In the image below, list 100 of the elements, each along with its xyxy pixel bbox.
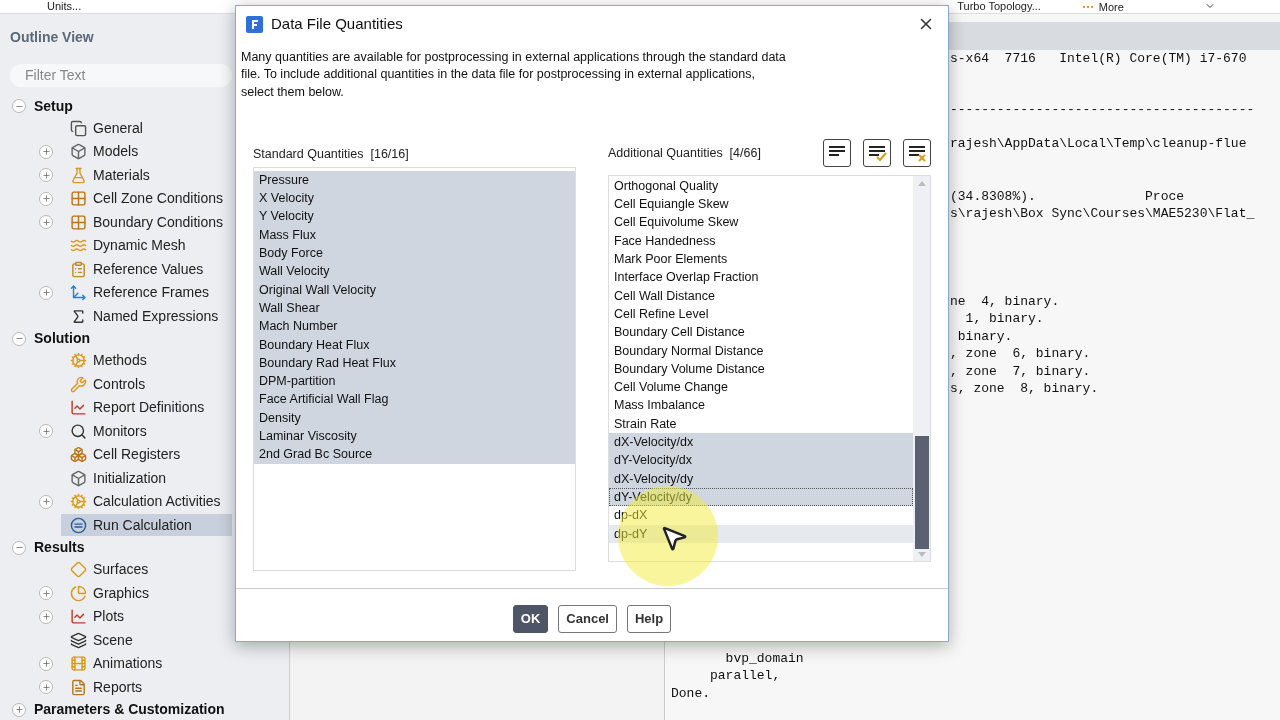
list-item[interactable]: Face Handedness — [609, 231, 913, 251]
deselect-all-button[interactable] — [903, 138, 931, 167]
tree-section[interactable]: Results — [34, 537, 85, 558]
tree-item[interactable]: Dynamic Mesh — [61, 234, 226, 257]
tree-item[interactable]: Surfaces — [61, 558, 189, 581]
list-item[interactable]: Cell Wall Distance — [609, 286, 913, 305]
list-item[interactable]: dY-Velocity/dx — [609, 451, 913, 470]
expand-icon[interactable] — [39, 680, 53, 695]
tree-item[interactable]: Calculation Activities — [61, 490, 261, 513]
tree-item[interactable]: General — [61, 117, 183, 140]
dialog-title: Data File Quantities — [271, 13, 403, 34]
list-item[interactable]: Mach Number — [254, 317, 575, 336]
tree-item[interactable]: Models — [61, 140, 179, 163]
expand-icon[interactable] — [39, 285, 53, 300]
tree-section[interactable]: Setup — [34, 95, 73, 117]
list-item[interactable]: dX-Velocity/dx — [609, 433, 913, 452]
dialog-button[interactable]: Help — [627, 604, 672, 633]
list-item[interactable]: Body Force — [254, 244, 575, 263]
film-icon — [70, 655, 87, 673]
dialog-button[interactable]: OK — [512, 604, 549, 633]
tree-item[interactable]: Graphics — [61, 582, 190, 605]
console-line: bvp_domain — [724, 649, 805, 667]
list-item[interactable]: Face Artificial Wall Flag — [254, 390, 575, 409]
pie-chart-icon — [70, 584, 87, 602]
grid-icon — [70, 213, 87, 231]
list-item[interactable]: Boundary Normal Distance — [609, 341, 913, 360]
tree-section[interactable]: Parameters & Customization — [34, 699, 225, 720]
cube-icon — [70, 469, 87, 487]
list-item[interactable]: Laminar Viscosity — [254, 427, 575, 446]
console-line: , zone 7, binary. — [950, 362, 1092, 380]
list-item[interactable]: Y Velocity — [254, 207, 575, 226]
list-item[interactable]: Cell Volume Change — [609, 378, 913, 397]
panel-title: Outline View — [10, 28, 95, 47]
tree-item[interactable]: Scene — [61, 629, 173, 652]
expand-icon[interactable] — [12, 702, 26, 717]
list-item[interactable]: Cell Refine Level — [609, 304, 913, 324]
clipboard-icon — [70, 260, 87, 278]
tree-item[interactable]: Methods — [61, 349, 187, 372]
expand-icon[interactable] — [39, 215, 53, 230]
list-item[interactable]: Cell Equivolume Skew — [609, 213, 913, 232]
expand-icon[interactable] — [39, 494, 53, 509]
expand-icon[interactable] — [39, 424, 53, 439]
toolbar-button[interactable]: Turbo Topology... — [957, 0, 1041, 13]
list-item[interactable]: Boundary Volume Distance — [609, 359, 913, 379]
tree-item[interactable]: Reference Frames — [61, 281, 249, 304]
expand-icon[interactable] — [39, 168, 53, 183]
tree-item[interactable]: Monitors — [61, 420, 187, 443]
copy-icon — [70, 119, 87, 137]
list-item[interactable]: DPM-partition — [254, 372, 575, 391]
tree-item[interactable]: Cell Registers — [61, 443, 221, 466]
chart-icon — [70, 399, 87, 417]
list-item[interactable]: Mass Imbalance — [609, 396, 913, 415]
console-line: parallel, — [709, 667, 782, 685]
tree-item[interactable]: Reports — [61, 676, 183, 699]
tree-section[interactable]: Solution — [34, 328, 90, 349]
toolbar-button[interactable]: Units... — [47, 0, 82, 13]
filter-field[interactable]: Filter Text — [10, 64, 232, 87]
wrench-icon — [70, 375, 87, 393]
list-item[interactable]: Cell Equiangle Skew — [609, 195, 913, 214]
tree-item[interactable]: Report Definitions — [61, 396, 245, 419]
tree-item[interactable]: Reference Values — [61, 258, 244, 281]
expand-icon[interactable] — [39, 191, 53, 206]
tree-item[interactable]: Run Calculation — [61, 514, 232, 537]
list-item[interactable]: Interface Overlap Fraction — [609, 268, 913, 287]
list-item[interactable]: Boundary Cell Distance — [609, 323, 913, 342]
list-item[interactable]: 2nd Grad Bc Source — [254, 445, 575, 464]
collapse-icon[interactable] — [12, 99, 26, 113]
list-item[interactable]: X Velocity — [254, 189, 575, 208]
list-item[interactable]: Strain Rate — [609, 414, 913, 434]
list-label: Standard Quantities [16/16] — [253, 145, 410, 161]
scrollbar[interactable] — [913, 175, 930, 561]
expand-icon[interactable] — [39, 609, 53, 624]
tree-item[interactable]: Controls — [61, 373, 186, 396]
axes-icon — [70, 284, 87, 302]
toolbar-button[interactable]: More — [1080, 0, 1124, 14]
list-item[interactable]: Wall Velocity — [254, 262, 575, 281]
collapse-icon[interactable] — [12, 331, 26, 346]
tree-item[interactable]: Animations — [61, 652, 203, 675]
console-line: --------------------------------------- — [950, 100, 1256, 118]
dialog-button[interactable]: Cancel — [558, 604, 617, 633]
expand-icon[interactable] — [39, 144, 53, 159]
scroll-thumb[interactable] — [914, 435, 929, 549]
cube-icon — [70, 143, 87, 161]
console-line: binary. — [956, 327, 1014, 345]
console-line: , zone 6, binary. — [950, 345, 1092, 363]
list-item[interactable]: Pressure — [254, 170, 575, 190]
tree-item[interactable]: Materials — [61, 164, 190, 187]
console-line: s, zone 8, binary. — [950, 380, 1100, 398]
expand-icon[interactable] — [39, 586, 53, 601]
collapse-icon[interactable] — [12, 540, 26, 555]
flask-icon — [70, 166, 87, 184]
list-item[interactable]: Orthogonal Quality — [609, 176, 913, 196]
list-button[interactable] — [823, 138, 851, 167]
tree-item[interactable]: Initialization — [61, 467, 207, 490]
select-all-icon — [867, 143, 887, 162]
tree-item[interactable]: Plots — [61, 605, 165, 628]
select-all-button[interactable] — [863, 138, 891, 167]
expand-icon[interactable] — [39, 656, 53, 671]
diamond-icon — [70, 561, 87, 579]
list-item[interactable]: Mark Poor Elements — [609, 250, 913, 269]
